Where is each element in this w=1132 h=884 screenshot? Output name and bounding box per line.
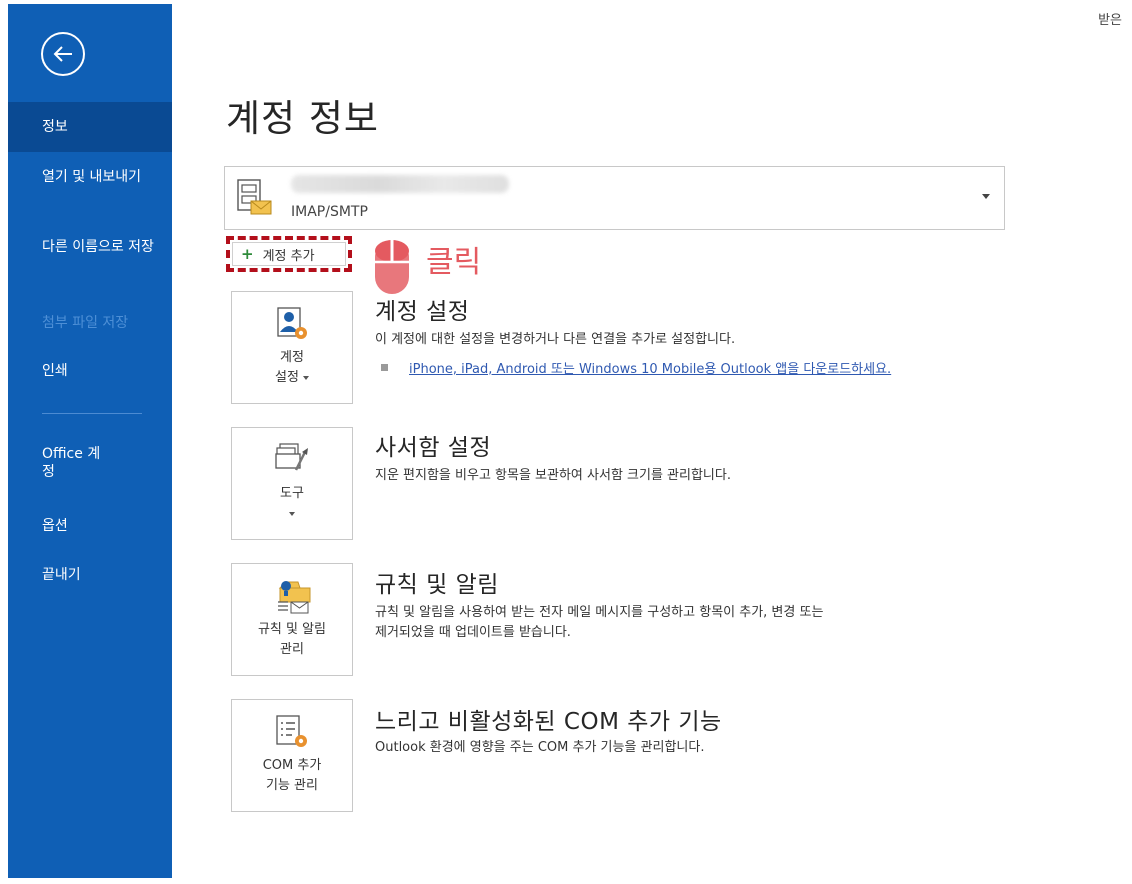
tile-label-2: 관리 [280,642,304,657]
sidebar-item-label: 다른 이름으로 저장 [42,239,154,255]
sidebar-item-label: 인쇄 [42,363,68,379]
tile-label-2 [232,504,352,524]
sidebar-item-open-export[interactable]: 열기 및 내보내기 [8,168,148,186]
sidebar-item-label: 첨부 파일 저장 [42,315,129,331]
top-right-text: 받은 [1098,13,1122,28]
sidebar-item-label: 옵션 [42,518,68,534]
account-settings-icon [277,307,307,339]
account-settings-button[interactable]: 계정 설정 [231,291,353,404]
sidebar-item-info[interactable]: 정보 [8,102,172,152]
tile-label: 계정 [280,350,304,365]
sidebar-item-print[interactable]: 인쇄 [8,362,172,380]
sidebar-item-save-as[interactable]: 다른 이름으로 저장 [8,238,158,256]
manage-rules-alerts-button[interactable]: 규칙 및 알림 관리 [231,563,353,676]
sidebar-item-office-account[interactable]: Office 계정 [8,445,108,481]
back-button[interactable] [41,32,85,76]
com-addins-icon [276,715,307,747]
click-annotation: 클릭 [426,245,482,280]
mouse-click-icon [375,240,409,294]
manage-com-addins-button[interactable]: COM 추가 기능 관리 [231,699,353,812]
account-email-redacted [291,175,509,193]
section-title: 규칙 및 알림 [375,572,499,598]
section-desc: Outlook 환경에 영향을 주는 COM 추가 기능을 관리합니다. [375,740,705,755]
section-desc: 규칙 및 알림을 사용하여 받는 전자 메일 메시지를 구성하고 항목이 추가,… [375,605,824,620]
sidebar-item-options[interactable]: 옵션 [8,517,172,535]
page-title: 계정 정보 [226,97,379,140]
account-selector[interactable]: IMAP/SMTP [224,166,1005,230]
sidebar-item-exit[interactable]: 끝내기 [8,566,172,584]
section-title: 계정 설정 [375,299,470,325]
section-title: 사서함 설정 [375,435,492,461]
chevron-down-icon [289,511,295,516]
chevron-down-icon [302,375,309,380]
section-desc-2: 제거되었을 때 업데이트를 받습니다. [375,625,571,640]
tile-label: COM 추가 [262,758,322,773]
tile-label: 도구 [280,486,304,501]
section-title: 느리고 비활성화된 COM 추가 기능 [375,709,722,735]
tile-label-2: 기능 관리 [266,778,318,793]
chevron-down-icon [982,194,990,199]
account-icon [237,179,272,215]
sidebar-item-label: Office 계정 [42,446,101,480]
bullet-icon [381,364,388,371]
sidebar-item-label: 열기 및 내보내기 [42,169,142,185]
mailbox-tools-icon [275,443,308,471]
sidebar-divider [42,413,142,414]
tile-label-2: 설정 [232,368,352,388]
add-account-label: 계정 추가 [262,248,315,264]
sidebar-item-label: 정보 [42,119,68,135]
back-arrow-icon [53,46,72,62]
plus-icon: + [241,245,254,263]
backstage-sidebar: 정보 열기 및 내보내기 다른 이름으로 저장 첨부 파일 저장 인쇄 Offi… [8,4,172,878]
rules-alerts-icon [278,581,311,614]
section-desc: 지운 편지함을 비우고 항목을 보관하여 사서함 크기를 관리합니다. [375,468,731,483]
tile-label: 규칙 및 알림 [257,622,327,637]
account-type: IMAP/SMTP [291,204,368,220]
section-desc: 이 계정에 대한 설정을 변경하거나 다른 연결을 추가로 설정합니다. [375,332,736,347]
tools-button[interactable]: 도구 [231,427,353,540]
sidebar-item-label: 끝내기 [42,567,81,583]
download-outlook-app-link[interactable]: iPhone, iPad, Android 또는 Windows 10 Mobi… [409,358,891,377]
add-account-button[interactable]: + 계정 추가 [226,236,352,272]
sidebar-item-save-attachments: 첨부 파일 저장 [8,314,172,332]
